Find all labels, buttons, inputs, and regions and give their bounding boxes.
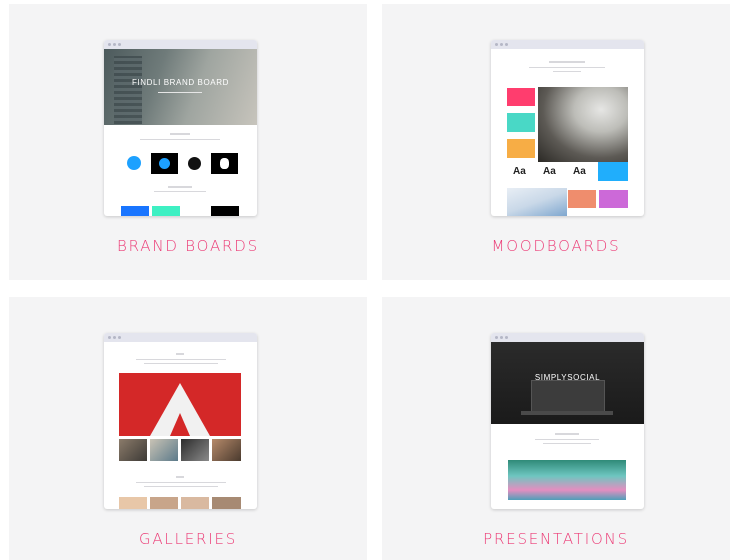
- flower-photo: [507, 188, 567, 216]
- brand-boards-card[interactable]: FINDLI BRAND BOARD BRAND BOARDS: [9, 4, 367, 280]
- thumb-5: [119, 497, 147, 509]
- laptop-shape: [531, 380, 605, 412]
- swatch-blue: [598, 162, 628, 181]
- mountain-photo: [538, 87, 628, 162]
- type-sample-3: Aa: [573, 166, 586, 177]
- gallery-preview[interactable]: [104, 333, 257, 509]
- presentation-preview[interactable]: SIMPLYSOCIAL: [491, 333, 644, 509]
- browser-bar: [104, 40, 257, 49]
- swatch-orange: [507, 139, 535, 158]
- moodboards-label[interactable]: MOODBOARDS: [382, 237, 730, 255]
- browser-bar: [104, 333, 257, 342]
- type-sample-2: Aa: [543, 166, 556, 177]
- presentation-title: SIMPLYSOCIAL: [534, 373, 601, 382]
- brand-board-title: FINDLI BRAND BOARD: [131, 78, 230, 87]
- logo-mark-3: [188, 157, 201, 170]
- swatch-teal: [507, 113, 535, 132]
- palette-black: [211, 206, 239, 216]
- thumb-6: [150, 497, 178, 509]
- brand-board-preview[interactable]: FINDLI BRAND BOARD: [104, 40, 257, 216]
- browser-bar: [491, 40, 644, 49]
- palette-blue: [121, 206, 149, 216]
- type-sample-1: Aa: [513, 166, 526, 177]
- logo-mark-4: [211, 153, 238, 174]
- thumb-7: [181, 497, 209, 509]
- building-shape: [114, 56, 142, 124]
- swatch-pink: [507, 88, 535, 106]
- presentations-card[interactable]: SIMPLYSOCIAL PRESENTATIONS: [382, 297, 730, 560]
- swatch-coral: [568, 190, 596, 208]
- thumb-3: [181, 439, 209, 461]
- thumb-2: [150, 439, 178, 461]
- browser-bar: [491, 333, 644, 342]
- beach-photo: [508, 460, 626, 500]
- moodboard-preview[interactable]: Aa Aa Aa: [491, 40, 644, 216]
- brand-boards-label[interactable]: BRAND BOARDS: [9, 237, 367, 255]
- moodboards-card[interactable]: Aa Aa Aa MOODBOARDS: [382, 4, 730, 280]
- galleries-label[interactable]: GALLERIES: [9, 530, 367, 548]
- thumb-4: [212, 439, 241, 461]
- galleries-card[interactable]: GALLERIES: [9, 297, 367, 560]
- logo-mark-1: [127, 156, 141, 170]
- logo-mark-2: [151, 153, 178, 174]
- palette-teal: [152, 206, 180, 216]
- thumb-1: [119, 439, 147, 461]
- swatch-purple: [599, 190, 628, 208]
- thumb-8: [212, 497, 241, 509]
- presentations-label[interactable]: PRESENTATIONS: [382, 530, 730, 548]
